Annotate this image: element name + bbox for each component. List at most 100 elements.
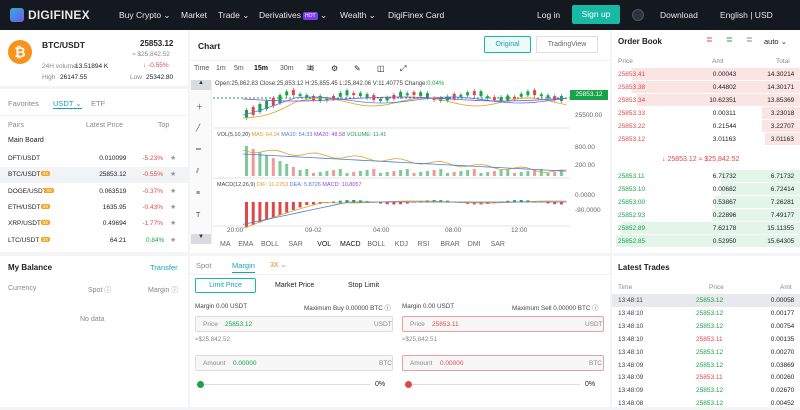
brand-logo[interactable]: DIGIFINEX [10,8,98,22]
buy-price-input[interactable]: Price 25853.12 USDT [195,316,393,332]
col-latest-price[interactable]: Latest Price [86,122,123,129]
candle-body [399,91,403,97]
indicator-dmi[interactable]: DMI [468,241,481,248]
buy-amount-input[interactable]: Amount 0.00000 BTC [195,355,393,371]
limit-price-tab[interactable]: Limit Price [195,278,256,293]
pair-change: 0.84% [146,236,165,244]
ask-row[interactable]: 25853.41 0.00043 14.30214 [612,68,800,81]
book-view-both-icon[interactable]: ≣ [746,35,753,44]
buy-slider-handle[interactable] [197,381,204,388]
nav-buy-crypto[interactable]: Buy Crypto ⌄ [119,10,171,21]
bid-row[interactable]: 25853.10 0.00682 6.72414 [612,183,800,196]
ask-row[interactable]: 25853.34 10.62351 13.85369 [612,94,800,107]
market-price-tab[interactable]: Market Price [275,282,314,289]
theme-toggle-icon[interactable] [632,9,644,21]
original-button[interactable]: Original [484,36,531,53]
pair-row[interactable]: DOGE/USDT 3X 0.063519 -0.37% ★ [0,184,188,200]
pair-row[interactable]: ETH/USDT 3X 1635.95 -0.43% ★ [0,200,188,216]
nav-card[interactable]: DigiFinex Card [388,10,444,20]
col-top[interactable]: Top [158,122,169,129]
indicator-boll[interactable]: BOLL [367,241,385,248]
stop-limit-tab[interactable]: Stop Limit [348,282,379,289]
tab-spot[interactable]: Spot [196,261,211,270]
fullscreen-icon[interactable]: ⤢ [400,64,406,74]
line-tool-icon[interactable]: ╱ [196,124,200,132]
ask-row[interactable]: 25853.38 0.44802 14.30171 [612,81,800,94]
pair-row[interactable]: XRP/USDT 3X 0.49694 -1.77% ★ [0,216,188,232]
tab-usdt[interactable]: USDT ⌄ [53,99,82,109]
bid-row[interactable]: 25852.85 0.52950 15.64305 [612,235,800,248]
book-precision-select[interactable]: auto ⌄ [764,37,787,46]
indicator-rsi[interactable]: RSI [418,241,430,248]
leverage-select[interactable]: 3X ⌄ [270,261,286,269]
pair-row[interactable]: DFT/USDT 0.010099 -5.23% ★ [0,151,188,167]
interval-15m[interactable]: 15m [254,65,268,72]
toolbar-expand-icon[interactable]: ▼ [191,234,211,244]
indicator-boll[interactable]: BOLL [261,241,279,248]
language-currency[interactable]: English | USD [720,10,773,20]
tradingview-button[interactable]: TradingView [536,36,598,53]
nav-wealth[interactable]: Wealth ⌄ [340,10,376,21]
text-tool-icon[interactable]: T [196,212,200,219]
interval-time[interactable]: Time [194,65,209,72]
nav-market[interactable]: Market [181,10,207,20]
fib-tool-icon[interactable]: ≡ [196,190,200,197]
pair-row[interactable]: BTC/USDT 3X 25853.12 -0.55% ★ [0,167,188,184]
star-icon[interactable]: ★ [170,187,176,195]
draw-icon[interactable]: ✎ [354,64,361,73]
channel-tool-icon[interactable]: ⫽ [196,168,199,176]
candle-body [459,94,463,97]
settings-icon[interactable]: ⚙ [331,64,338,73]
indicator-vol[interactable]: VOL [317,241,331,248]
star-icon[interactable]: ★ [170,170,176,178]
book-view-bids-icon[interactable]: ≣ [726,35,733,44]
sell-slider-handle[interactable] [405,381,412,388]
buy-slider-track[interactable] [200,384,370,385]
indicator-sar[interactable]: SAR [288,241,302,248]
signup-button[interactable]: Sign up [572,5,620,24]
interval-1m[interactable]: 1m [216,65,226,72]
indicator-kdj[interactable]: KDJ [395,241,408,248]
interval-5m[interactable]: 5m [234,65,244,72]
indicator-macd[interactable]: MACD [340,241,361,248]
bid-row[interactable]: 25853.11 6.71732 6.71732 [612,170,800,183]
tab-margin[interactable]: Margin [232,261,255,273]
ask-row[interactable]: 25853.12 3.01163 3.01163 [612,133,800,146]
bid-row[interactable]: 25853.00 0.53867 7.26281 [612,196,800,209]
transfer-link[interactable]: Transfer [150,263,178,272]
sell-slider-track[interactable] [408,384,580,385]
star-icon[interactable]: ★ [170,203,176,211]
indicator-ma[interactable]: MA [220,241,231,248]
interval-30m[interactable]: 30m [280,65,294,72]
candlestick-chart[interactable] [213,80,608,244]
nav-derivatives[interactable]: Derivatives HOT ⌄ [259,10,327,21]
hline-tool-icon[interactable]: ═ [196,146,201,153]
sell-price-input[interactable]: Price 25853.11 USDT [402,316,604,332]
pair-row[interactable]: LTC/USDT 3X 64.21 0.84% ★ [0,233,188,249]
download-link[interactable]: Download [660,10,698,20]
star-icon[interactable]: ★ [170,219,176,227]
nav-trade[interactable]: Trade ⌄ [218,10,249,21]
pair-name: XRP/USDT [8,220,41,228]
indicator-ema[interactable]: EMA [238,241,253,248]
ask-row[interactable]: 25853.33 0.00311 3.23018 [612,107,800,120]
bid-row[interactable]: 25852.93 0.22896 7.49177 [612,209,800,222]
toolbar-collapse-icon[interactable]: ▲ [191,80,211,90]
tab-etf[interactable]: ETF [91,99,105,108]
trade-price: 25853.11 [696,374,723,382]
col-pairs[interactable]: Pairs [8,122,24,129]
bid-row[interactable]: 25852.89 7.62178 15.11355 [612,222,800,235]
col-book-total: Total [776,58,790,65]
crosshair-icon[interactable]: ＋ [196,102,203,112]
ask-row[interactable]: 25853.22 0.21544 3.22707 [612,120,800,133]
camera-icon[interactable]: ◫ [377,64,385,73]
indicator-brar[interactable]: BRAR [440,241,459,248]
indicator-sar[interactable]: SAR [491,241,505,248]
book-view-asks-icon[interactable]: ≣ [706,35,713,44]
tab-favorites[interactable]: Favorites [8,99,39,108]
star-icon[interactable]: ★ [170,236,176,244]
indicator-icon[interactable]: ⚟ [308,64,315,73]
star-icon[interactable]: ★ [170,154,176,162]
login-link[interactable]: Log in [537,10,560,20]
sell-amount-input[interactable]: Amount 0.00000 BTC [402,355,604,371]
